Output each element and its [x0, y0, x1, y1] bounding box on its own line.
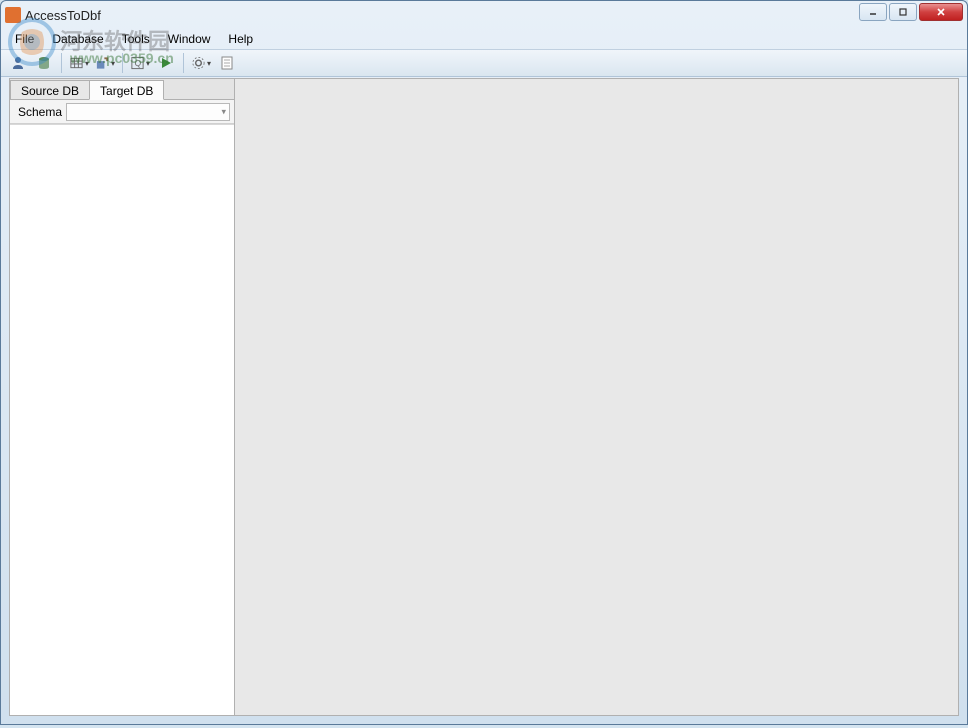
titlebar[interactable]: AccessToDbf	[1, 1, 967, 29]
toolbar-btn-2[interactable]	[33, 52, 55, 74]
chevron-down-icon: ▾	[207, 59, 211, 68]
schema-select-wrap: ▾	[66, 103, 230, 121]
toolbar-separator	[122, 53, 123, 73]
toolbar-separator	[183, 53, 184, 73]
schema-row: Schema ▾	[10, 100, 234, 124]
menu-help[interactable]: Help	[220, 30, 261, 48]
schema-label: Schema	[14, 105, 62, 119]
toolbar-btn-4[interactable]: ▾	[94, 52, 116, 74]
run-icon	[158, 55, 174, 71]
tab-strip: Source DB Target DB	[10, 79, 234, 100]
menu-file[interactable]: File	[7, 30, 42, 48]
maximize-button[interactable]	[889, 3, 917, 21]
import-icon	[95, 55, 110, 71]
toolbar-btn-1[interactable]	[7, 52, 29, 74]
toolbar-btn-8[interactable]	[216, 52, 238, 74]
chevron-down-icon: ▾	[111, 59, 115, 68]
chevron-down-icon: ▾	[146, 59, 150, 68]
menubar: File Database Tools Window Help	[1, 29, 967, 49]
menu-window[interactable]: Window	[160, 30, 219, 48]
window-frame: AccessToDbf File Database Tools Window H…	[0, 0, 968, 725]
window-title: AccessToDbf	[25, 8, 101, 23]
settings-icon	[191, 55, 206, 71]
page-icon	[219, 55, 235, 71]
user-icon	[10, 55, 26, 71]
database-icon	[36, 55, 52, 71]
toolbar-btn-6[interactable]	[155, 52, 177, 74]
tab-source-db[interactable]: Source DB	[10, 80, 90, 99]
menu-database[interactable]: Database	[44, 30, 111, 48]
tab-target-db[interactable]: Target DB	[89, 80, 164, 100]
window-controls	[859, 3, 963, 21]
schema-select[interactable]	[66, 103, 230, 121]
toolbar-btn-3[interactable]: ▾	[68, 52, 90, 74]
menu-tools[interactable]: Tools	[114, 30, 158, 48]
svg-text:Q: Q	[135, 58, 142, 68]
table-icon	[69, 55, 84, 71]
minimize-button[interactable]	[859, 3, 887, 21]
query-icon: Q	[130, 55, 145, 71]
toolbar: ▾ ▾ Q ▾ ▾	[1, 49, 967, 77]
tree-area[interactable]	[10, 124, 234, 715]
chevron-down-icon: ▾	[85, 59, 89, 68]
toolbar-separator	[61, 53, 62, 73]
workspace: Source DB Target DB Schema ▾	[9, 78, 959, 716]
toolbar-btn-5[interactable]: Q ▾	[129, 52, 151, 74]
app-icon	[5, 7, 21, 23]
sidebar: Source DB Target DB Schema ▾	[9, 78, 235, 716]
close-button[interactable]	[919, 3, 963, 21]
main-content-area	[235, 78, 959, 716]
toolbar-btn-7[interactable]: ▾	[190, 52, 212, 74]
